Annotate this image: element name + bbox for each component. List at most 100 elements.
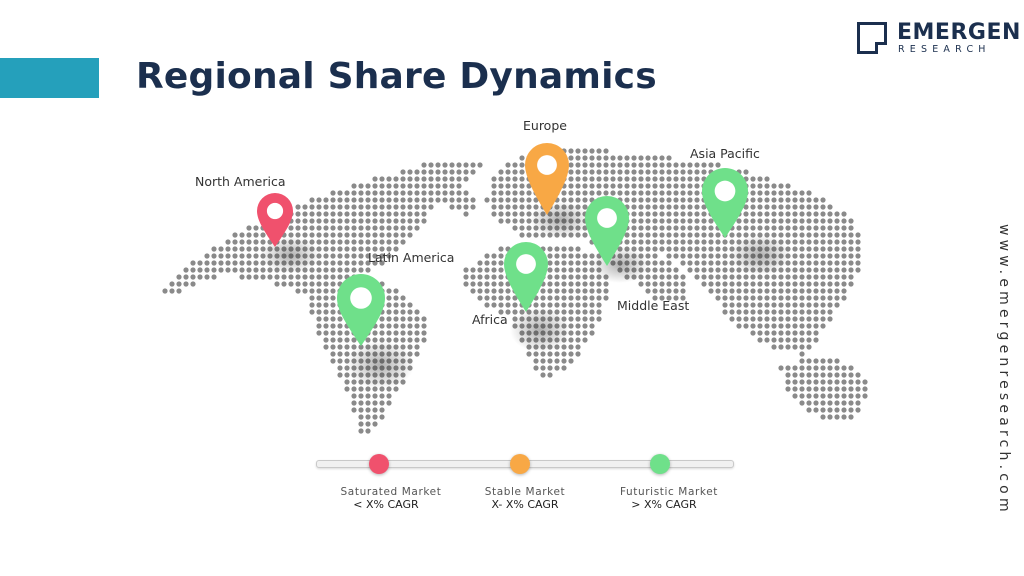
map-dot [778, 288, 784, 294]
map-dot [400, 183, 406, 189]
map-dot [806, 386, 812, 392]
map-dot [750, 204, 756, 210]
map-dot [512, 211, 518, 217]
map-dot [820, 246, 826, 252]
map-dot [582, 169, 588, 175]
map-dot [666, 239, 672, 245]
location-pin-icon[interactable] [701, 167, 749, 239]
map-dot [834, 274, 840, 280]
map-dot [582, 281, 588, 287]
map-dot [813, 218, 819, 224]
map-dot [575, 288, 581, 294]
map-dot [792, 337, 798, 343]
location-pin-icon[interactable] [256, 192, 294, 248]
map-dot [841, 246, 847, 252]
map-dot [799, 372, 805, 378]
map-dot [687, 176, 693, 182]
map-dot [680, 239, 686, 245]
map-dot [197, 267, 203, 273]
map-dot [708, 239, 714, 245]
map-dot [421, 316, 427, 322]
map-dot [484, 281, 490, 287]
map-dot [358, 183, 364, 189]
map-dot [792, 379, 798, 385]
map-dot [813, 288, 819, 294]
map-dot [841, 365, 847, 371]
map-dot [659, 211, 665, 217]
map-dot [386, 316, 392, 322]
map-dot [701, 260, 707, 266]
map-dot [666, 176, 672, 182]
map-dot [659, 260, 665, 266]
map-dot [400, 218, 406, 224]
map-dot [813, 225, 819, 231]
location-pin-icon[interactable] [503, 241, 549, 313]
map-dot [295, 288, 301, 294]
map-dot [862, 386, 868, 392]
map-dot [463, 190, 469, 196]
map-dot [386, 323, 392, 329]
map-dot [330, 253, 336, 259]
region-label-asia-pacific: Asia Pacific [690, 146, 760, 161]
map-dot [806, 225, 812, 231]
map-dot [694, 176, 700, 182]
map-dot [379, 407, 385, 413]
map-dot [785, 267, 791, 273]
location-pin-icon[interactable] [336, 273, 386, 347]
map-dot [512, 190, 518, 196]
map-dot [659, 183, 665, 189]
map-dot [757, 309, 763, 315]
map-dot [687, 190, 693, 196]
map-dot [246, 274, 252, 280]
map-dot [498, 176, 504, 182]
map-dot [659, 288, 665, 294]
map-dot [834, 372, 840, 378]
map-dot [792, 302, 798, 308]
map-dot [351, 204, 357, 210]
map-dot [736, 302, 742, 308]
map-dot [414, 211, 420, 217]
map-dot [505, 169, 511, 175]
map-dot [554, 295, 560, 301]
map-dot [813, 309, 819, 315]
map-dot [309, 295, 315, 301]
map-dot [799, 218, 805, 224]
map-dot [491, 183, 497, 189]
map-dot [673, 232, 679, 238]
map-dot [463, 281, 469, 287]
map-dot [841, 386, 847, 392]
map-dot [365, 211, 371, 217]
map-dot [722, 239, 728, 245]
map-dot [827, 232, 833, 238]
map-dot [820, 274, 826, 280]
map-dot [449, 169, 455, 175]
map-dot [785, 379, 791, 385]
map-dot [589, 302, 595, 308]
legend-title-futuristic: Futuristic Market [619, 486, 719, 498]
map-dot [246, 239, 252, 245]
map-dot [652, 253, 658, 259]
map-dot [365, 407, 371, 413]
map-dot [449, 162, 455, 168]
map-dot [785, 309, 791, 315]
map-dot [792, 267, 798, 273]
map-dot [813, 386, 819, 392]
map-dot [820, 386, 826, 392]
map-dot [428, 183, 434, 189]
map-dot [596, 288, 602, 294]
map-dot [477, 162, 483, 168]
map-dot [505, 190, 511, 196]
map-dot [246, 253, 252, 259]
map-dot [519, 218, 525, 224]
map-dot [764, 274, 770, 280]
map-dot [281, 281, 287, 287]
map-dot [414, 351, 420, 357]
map-dot [463, 169, 469, 175]
map-dot [673, 211, 679, 217]
location-pin-icon[interactable] [524, 142, 570, 216]
map-dot [246, 267, 252, 273]
location-pin-icon[interactable] [584, 195, 630, 267]
map-dot [393, 288, 399, 294]
map-dot [834, 211, 840, 217]
map-dot [666, 183, 672, 189]
